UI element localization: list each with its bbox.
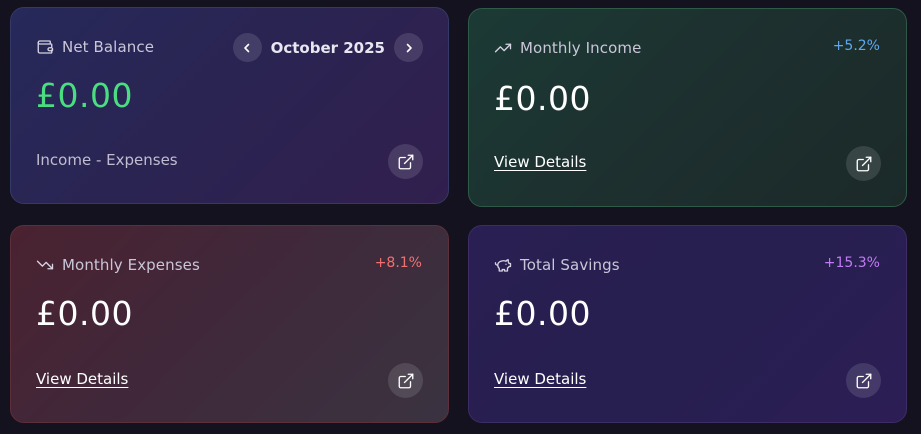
total-savings-card: Total Savings +15.3% £0.00 View Details	[468, 225, 907, 423]
selected-month: October 2025	[270, 38, 385, 57]
chevron-left-icon	[244, 43, 250, 52]
net-balance-amount: £0.00	[36, 76, 133, 115]
trending-down-icon	[36, 256, 54, 274]
net-balance-label: Net Balance	[62, 38, 155, 56]
total-savings-change: +15.3%	[823, 255, 880, 271]
monthly-income-label: Monthly Income	[520, 39, 642, 57]
summary-cards-grid: Net Balance October 2025 £0.00 Income - …	[0, 0, 921, 434]
monthly-expenses-card: Monthly Expenses +8.1% £0.00 View Detail…	[10, 225, 449, 423]
trending-up-icon	[494, 39, 512, 57]
monthly-expenses-label: Monthly Expenses	[62, 256, 200, 274]
external-link-icon	[856, 156, 871, 171]
monthly-income-amount: £0.00	[494, 79, 591, 118]
net-balance-open-button[interactable]	[388, 144, 423, 179]
next-month-button[interactable]	[394, 33, 423, 62]
net-balance-card: Net Balance October 2025 £0.00 Income - …	[10, 7, 449, 204]
monthly-expenses-amount: £0.00	[36, 294, 133, 333]
net-balance-header: Net Balance	[36, 38, 154, 56]
monthly-income-card: Monthly Income +5.2% £0.00 View Details	[468, 8, 907, 207]
monthly-expenses-view-details-link[interactable]: View Details	[36, 370, 128, 388]
total-savings-open-button[interactable]	[846, 363, 881, 398]
month-selector: October 2025	[232, 33, 423, 62]
total-savings-header: Total Savings	[494, 256, 620, 274]
monthly-expenses-change: +8.1%	[374, 255, 422, 271]
piggy-bank-icon	[494, 256, 512, 274]
external-link-icon	[856, 373, 871, 388]
monthly-income-header: Monthly Income	[494, 39, 641, 57]
external-link-icon	[398, 154, 413, 169]
monthly-income-view-details-link[interactable]: View Details	[494, 153, 586, 171]
total-savings-amount: £0.00	[494, 294, 591, 333]
monthly-expenses-header: Monthly Expenses	[36, 256, 200, 274]
previous-month-button[interactable]	[232, 33, 262, 62]
chevron-right-icon	[406, 43, 412, 52]
external-link-icon	[398, 373, 413, 388]
total-savings-label: Total Savings	[520, 256, 620, 274]
monthly-expenses-open-button[interactable]	[388, 363, 423, 398]
wallet-icon	[36, 38, 54, 56]
total-savings-view-details-link[interactable]: View Details	[494, 370, 586, 388]
monthly-income-open-button[interactable]	[846, 146, 881, 181]
net-balance-subtitle: Income - Expenses	[36, 151, 178, 169]
monthly-income-change: +5.2%	[832, 38, 880, 54]
